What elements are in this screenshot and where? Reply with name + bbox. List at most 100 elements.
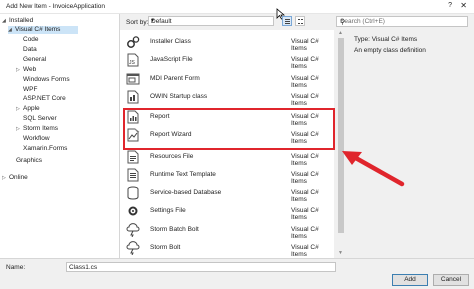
footer: Name: Class1.cs Add Cancel: [0, 258, 474, 289]
template-name: Storm Bolt: [150, 244, 181, 251]
template-item[interactable]: Installer Class Visual C# Items: [120, 33, 334, 52]
list-view-icon[interactable]: [282, 16, 292, 26]
template-type: Visual C# Items: [291, 56, 319, 70]
template-type: Visual C# Items: [291, 38, 319, 52]
tree-label: Online: [9, 174, 28, 181]
text-template-icon: [126, 168, 140, 182]
template-name: Resources File: [150, 153, 194, 160]
resources-icon: [126, 150, 140, 164]
collapsed-arrow-icon: ▷: [16, 126, 20, 133]
template-item[interactable]: Settings File Visual C# Items: [120, 202, 334, 221]
search-icon: ⚲: [340, 19, 346, 26]
tree-node-sql-server[interactable]: SQL Server: [16, 115, 57, 123]
template-type: Visual C# Items: [291, 189, 319, 203]
tree-node-code[interactable]: Code: [16, 36, 39, 44]
template-item[interactable]: Resources File Visual C# Items: [120, 148, 334, 167]
template-name: Installer Class: [150, 38, 191, 45]
title-bar: Add New Item - InvoiceApplication ? ✕: [0, 0, 474, 14]
name-input[interactable]: Class1.cs: [66, 262, 336, 272]
item-description: An empty class definition: [354, 47, 426, 54]
medium-icons-view-icon[interactable]: [295, 16, 305, 26]
tree-label: Apple: [23, 105, 40, 113]
template-item[interactable]: Runtime Text Template Visual C# Items: [120, 166, 334, 185]
settings-icon: [126, 204, 140, 218]
tree-label: General: [23, 55, 47, 63]
tree-node-visual-cs-items[interactable]: ◢ Visual C# Items: [8, 26, 78, 34]
tree-node-online[interactable]: ▷ Online: [2, 174, 28, 182]
template-name: JavaScript File: [150, 56, 193, 63]
tree-node-general[interactable]: General: [16, 56, 46, 64]
tree-node-workflow[interactable]: Workflow: [16, 135, 50, 143]
cancel-button[interactable]: Cancel: [433, 274, 469, 286]
collapsed-arrow-icon: ▷: [2, 175, 6, 181]
tree-label: Windows Forms: [23, 75, 70, 83]
scroll-down-icon[interactable]: ▼: [338, 250, 343, 256]
chevron-down-icon: ▾: [151, 18, 155, 24]
form-icon: [126, 72, 140, 86]
template-type: Visual C# Items: [291, 244, 319, 258]
close-button[interactable]: ✕: [460, 1, 467, 10]
template-item[interactable]: MDI Parent Form Visual C# Items: [120, 70, 334, 89]
highlight-box: [123, 108, 335, 150]
template-item[interactable]: Service-based Database Visual C# Items: [120, 184, 334, 203]
scrollbar-thumb[interactable]: [338, 38, 344, 233]
vertical-scrollbar[interactable]: ▲ ▼: [337, 30, 345, 258]
collapsed-arrow-icon: ▷: [16, 66, 20, 73]
tree-node-graphics[interactable]: Graphics: [16, 157, 42, 165]
category-tree: ◢ Installed ◢ Visual C# Items Code Data Gene…: [0, 14, 120, 258]
add-button[interactable]: Add: [392, 274, 428, 286]
template-type: Visual C# Items: [291, 226, 319, 240]
tree-label: Data: [23, 45, 37, 53]
tree-label: ASP.NET Core: [23, 95, 66, 103]
tree-node-windows-forms[interactable]: Windows Forms: [16, 76, 70, 84]
tree-label: Web: [23, 65, 37, 73]
gears-icon: [126, 35, 140, 49]
owin-icon: [126, 90, 140, 104]
tree-label: Graphics: [16, 157, 43, 164]
tree-label: WPF: [23, 85, 38, 93]
tree-label: SQL Server: [23, 115, 57, 123]
tree-label: Visual C# Items: [15, 26, 61, 33]
tree-node-storm-items[interactable]: ▷ Storm Items: [16, 125, 58, 133]
storm-icon: [126, 223, 140, 238]
template-name: Runtime Text Template: [150, 171, 216, 178]
tree-node-xamarin-forms[interactable]: Xamarin.Forms: [16, 145, 67, 153]
tree-label: Xamarin.Forms: [23, 144, 68, 152]
template-type: Visual C# Items: [291, 93, 319, 107]
expanded-arrow-icon: ◢: [8, 27, 12, 33]
collapsed-arrow-icon: ▷: [16, 106, 20, 113]
name-value: Class1.cs: [69, 264, 98, 271]
expanded-arrow-icon: ◢: [2, 18, 6, 24]
template-type: Visual C# Items: [291, 75, 319, 89]
template-name: MDI Parent Form: [150, 75, 200, 82]
name-label: Name:: [6, 264, 26, 271]
search-input[interactable]: Search (Ctrl+E) ⚲: [336, 16, 468, 27]
window-title: Add New Item - InvoiceApplication: [6, 3, 105, 10]
tree-node-data[interactable]: Data: [16, 46, 37, 54]
tree-node-installed[interactable]: ◢ Installed: [2, 17, 33, 25]
tree-node-wpf[interactable]: WPF: [16, 86, 37, 94]
tree-label: Workflow: [23, 135, 50, 142]
tree-label: Storm Items: [23, 125, 59, 133]
template-item[interactable]: Storm Batch Bolt Visual C# Items: [120, 221, 334, 240]
sort-by-dropdown[interactable]: Default ▾: [148, 16, 274, 26]
help-button[interactable]: ?: [448, 2, 452, 9]
template-type: Visual C# Items: [291, 171, 319, 185]
template-type: Visual C# Items: [291, 153, 319, 167]
template-name: Storm Batch Bolt: [150, 226, 199, 233]
tree-node-web[interactable]: ▷ Web: [16, 66, 36, 74]
js-file-icon: JS: [126, 53, 140, 67]
template-item[interactable]: OWIN Startup class Visual C# Items: [120, 88, 334, 107]
template-item[interactable]: JS JavaScript File Visual C# Items: [120, 51, 334, 70]
sort-by-label: Sort by:: [126, 19, 149, 26]
type-line: Type: Visual C# Items: [354, 36, 418, 43]
template-name: Settings File: [150, 207, 186, 214]
scroll-up-icon[interactable]: ▲: [338, 30, 343, 36]
template-item[interactable]: Storm Bolt Visual C# Items: [120, 239, 334, 258]
template-name: Service-based Database: [150, 189, 222, 196]
tree-node-asp-net-core[interactable]: ASP.NET Core: [16, 95, 66, 103]
storm-icon: [126, 241, 140, 256]
tree-node-apple[interactable]: ▷ Apple: [16, 105, 40, 113]
pointer-arrow-icon: [342, 151, 405, 187]
tree-label: Installed: [9, 17, 34, 24]
